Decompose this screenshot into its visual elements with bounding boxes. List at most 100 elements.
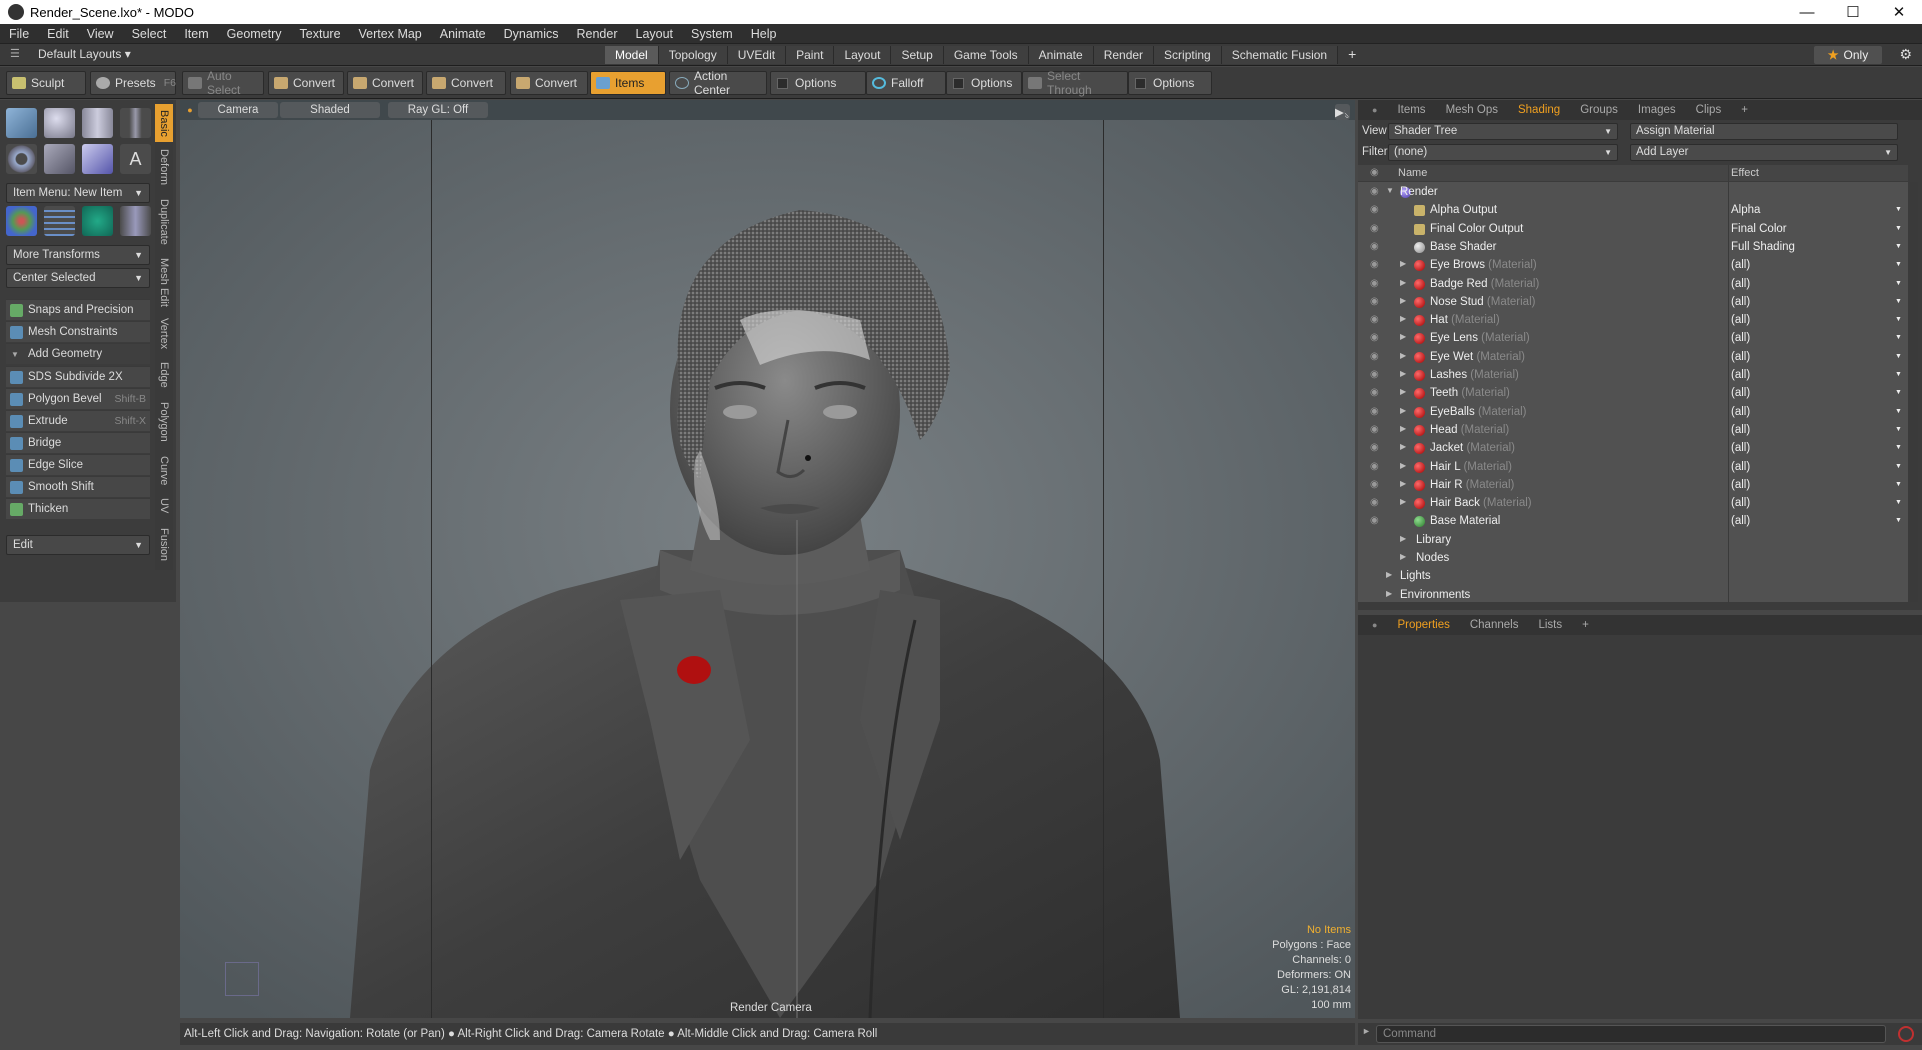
tab-lists[interactable]: Lists [1528, 619, 1572, 631]
expand-arrow-icon[interactable]: ▶ [1400, 278, 1406, 287]
action-center-options-button[interactable]: Options [770, 71, 866, 95]
gear-icon[interactable]: ⚙ [1899, 46, 1912, 63]
sculpt-button[interactable]: Sculpt [6, 71, 86, 95]
shader-tree-row[interactable]: ◉ Base Material (all) ▼ [1358, 513, 1908, 531]
menu-system[interactable]: System [682, 27, 742, 41]
edit-dropdown[interactable]: Edit ▼ [6, 535, 150, 555]
expand-arrow-icon[interactable]: ▶ [1400, 296, 1406, 305]
expand-arrow-icon[interactable]: ▶ [1400, 314, 1406, 323]
layout-tab-render[interactable]: Render [1093, 46, 1155, 64]
shader-tree-row[interactable]: ◉ ▶ Hair R (Material) (all) ▼ [1358, 477, 1908, 495]
visibility-eye-icon[interactable]: ◉ [1370, 296, 1382, 308]
shader-tree-row[interactable]: ◉ ▶ Head (Material) (all) ▼ [1358, 422, 1908, 440]
falloff-icon[interactable] [120, 206, 151, 236]
shader-tree-row[interactable]: ◉ ▶ Lashes (Material) (all) ▼ [1358, 367, 1908, 385]
expand-arrow-icon[interactable]: ▶ [1400, 479, 1406, 488]
menu-vertex-map[interactable]: Vertex Map [350, 27, 431, 41]
visibility-eye-icon[interactable]: ◉ [1370, 351, 1382, 363]
chevron-down-icon[interactable]: ▼ [1895, 426, 1902, 433]
layout-lock-icon[interactable]: ☰ [10, 47, 20, 60]
vtab-fusion[interactable]: Fusion [155, 524, 173, 566]
smooth-shift-button[interactable]: Smooth Shift [6, 476, 150, 497]
shader-tree-row[interactable]: ▶ Environments [1358, 587, 1908, 605]
select-through-button[interactable]: Select Through [1022, 69, 1128, 97]
expand-arrow-icon[interactable]: ▶ [1400, 442, 1406, 451]
polygon-bevel-button[interactable]: Polygon Bevel Shift-B [6, 388, 150, 409]
mesh-constraints-button[interactable]: Mesh Constraints [6, 321, 150, 342]
add-tab-button[interactable]: + [1731, 104, 1758, 116]
sds-subdivide-button[interactable]: SDS Subdivide 2X [6, 366, 150, 387]
shader-tree-row[interactable]: ◉ ▶ Teeth (Material) (all) ▼ [1358, 385, 1908, 403]
assign-material-button[interactable]: Assign Material [1630, 122, 1898, 140]
layout-tab-model[interactable]: Model [605, 46, 659, 64]
expand-arrow-icon[interactable]: ▶ [1400, 351, 1406, 360]
presets-button[interactable]: Presets F6 [90, 71, 176, 95]
chevron-down-icon[interactable]: ▼ [1895, 444, 1902, 451]
vtab-polygon[interactable]: Polygon [155, 396, 173, 448]
thicken-button[interactable]: Thicken [6, 498, 150, 519]
visibility-eye-icon[interactable]: ◉ [1370, 497, 1382, 509]
chevron-down-icon[interactable]: ▼ [1895, 481, 1902, 488]
effect-dropdown[interactable]: (all) [1731, 278, 1750, 290]
falloff-options-button[interactable]: Options [946, 71, 1022, 95]
menu-edit[interactable]: Edit [38, 27, 78, 41]
item-menu-dropdown[interactable]: Item Menu: New Item ▼ [6, 183, 150, 203]
layout-tab-uvedit[interactable]: UVEdit [727, 46, 787, 64]
torus-icon[interactable] [6, 144, 37, 174]
shader-tree-row[interactable]: ◉ ▶ Hat (Material) (all) ▼ [1358, 312, 1908, 330]
chevron-down-icon[interactable]: ▼ [1895, 499, 1902, 506]
more-transforms-dropdown[interactable]: More Transforms ▼ [6, 245, 150, 265]
shader-tree-row[interactable]: ◉ ▶ Eye Lens (Material) (all) ▼ [1358, 330, 1908, 348]
layout-tab-animate[interactable]: Animate [1028, 46, 1094, 64]
raygl-dropdown[interactable]: Ray GL: Off [388, 102, 488, 118]
name-column-header[interactable]: Name [1398, 167, 1427, 179]
visibility-eye-icon[interactable]: ◉ [1370, 369, 1382, 381]
viewport-expand-icon[interactable]: ▶ [1335, 104, 1344, 120]
visibility-eye-icon[interactable]: ◉ [1370, 479, 1382, 491]
tab-images[interactable]: Images [1628, 104, 1686, 116]
bridge-button[interactable]: Bridge [6, 432, 150, 453]
expand-arrow-icon[interactable]: ▼ [1386, 186, 1394, 195]
filter-dropdown[interactable]: (none) ▼ [1388, 143, 1618, 161]
effect-dropdown[interactable]: (all) [1731, 296, 1750, 308]
grid-icon[interactable] [44, 206, 75, 236]
vtab-vertex[interactable]: Vertex [155, 314, 173, 354]
items-mode-button[interactable]: Items [590, 71, 666, 95]
expand-arrow-icon[interactable]: ▶ [1400, 387, 1406, 396]
effect-dropdown[interactable]: (all) [1731, 515, 1750, 527]
convert-materials-button[interactable]: Convert [510, 71, 588, 95]
shader-tree-row[interactable]: ◉ ▶ Eye Brows (Material) (all) ▼ [1358, 257, 1908, 275]
visibility-eye-icon[interactable]: ◉ [1370, 461, 1382, 473]
layout-tab-paint[interactable]: Paint [786, 46, 835, 64]
chevron-down-icon[interactable]: ▼ [1895, 389, 1902, 396]
viewport-menu-dot-icon[interactable]: ● [186, 102, 194, 118]
text-icon[interactable]: A [120, 144, 151, 174]
layout-tab-topology[interactable]: Topology [658, 46, 728, 64]
layout-tab-schematic-fusion[interactable]: Schematic Fusion [1221, 46, 1339, 64]
camera-dropdown[interactable]: Camera [198, 102, 278, 118]
add-layer-dropdown[interactable]: Add Layer ▼ [1630, 143, 1898, 161]
vtab-uv[interactable]: UV [155, 494, 173, 518]
effect-column-header[interactable]: Effect [1731, 167, 1759, 179]
select-through-options-button[interactable]: Options [1128, 71, 1212, 95]
layout-tab-layout[interactable]: Layout [834, 46, 892, 64]
sphere-icon[interactable] [44, 108, 75, 138]
vtab-duplicate[interactable]: Duplicate [155, 194, 173, 250]
tab-groups[interactable]: Groups [1570, 104, 1628, 116]
chevron-down-icon[interactable]: ▼ [1895, 334, 1902, 341]
shader-tree-row[interactable]: ◉ ▶ Hair Back (Material) (all) ▼ [1358, 495, 1908, 513]
convert-vertices-button[interactable]: Convert [268, 71, 344, 95]
expand-arrow-icon[interactable]: ▶ [1400, 369, 1406, 378]
expand-arrow-icon[interactable]: ▶ [1400, 406, 1406, 415]
view-dropdown[interactable]: Shader Tree ▼ [1388, 122, 1618, 140]
menu-select[interactable]: Select [123, 27, 176, 41]
shader-tree-row[interactable]: ◉ Alpha Output Alpha ▼ [1358, 202, 1908, 220]
tab-clips[interactable]: Clips [1686, 104, 1732, 116]
menu-dynamics[interactable]: Dynamics [495, 27, 568, 41]
add-tab-button[interactable]: + [1572, 619, 1599, 631]
shader-tree-scrollbar[interactable] [1910, 182, 1918, 602]
shaded-dropdown[interactable]: Shaded [280, 102, 380, 118]
visibility-eye-icon[interactable]: ◉ [1370, 204, 1382, 216]
effect-dropdown[interactable]: (all) [1731, 479, 1750, 491]
chevron-down-icon[interactable]: ▼ [1895, 225, 1902, 232]
